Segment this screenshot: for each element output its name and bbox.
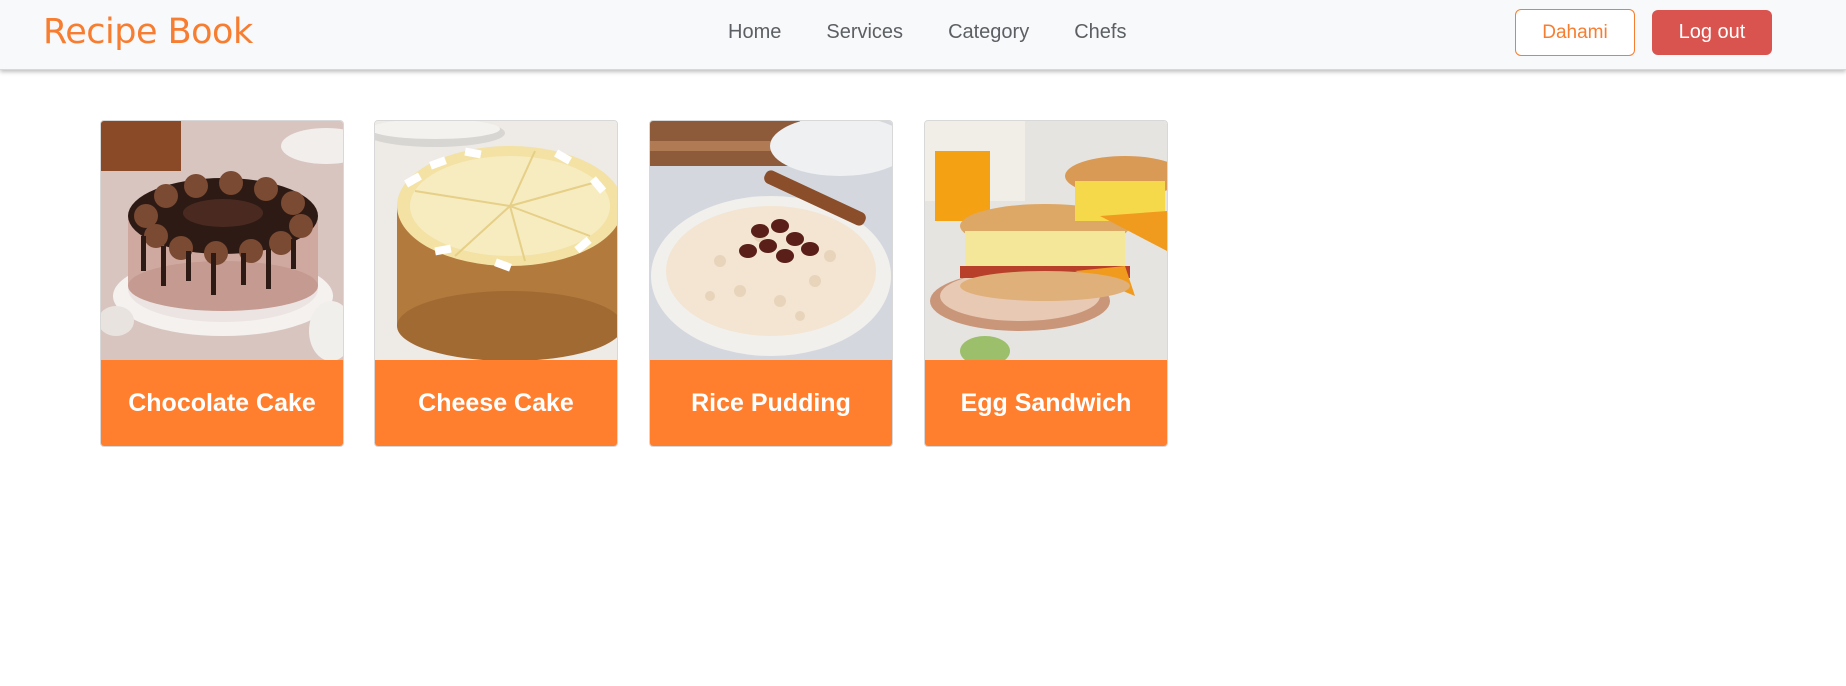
nav-link-chefs[interactable]: Chefs (1074, 20, 1126, 44)
recipe-card-cheese-cake[interactable]: Cheese Cake (374, 120, 618, 447)
recipe-card-egg-sandwich[interactable]: Egg Sandwich (924, 120, 1168, 447)
rice-pudding-photo (650, 121, 892, 360)
cheese-cake-photo (375, 121, 617, 360)
recipe-title: Rice Pudding (650, 360, 892, 446)
nav-link-category[interactable]: Category (948, 20, 1029, 44)
brand-logo[interactable]: Recipe Book (43, 12, 253, 52)
nav-links: Home Services Category Chefs (728, 20, 1171, 44)
recipe-title: Egg Sandwich (925, 360, 1167, 446)
nav-link-services[interactable]: Services (826, 20, 903, 44)
navbar: Recipe Book Home Services Category Chefs… (0, 0, 1846, 70)
recipe-title: Cheese Cake (375, 360, 617, 446)
logout-button[interactable]: Log out (1652, 10, 1772, 55)
user-profile-button[interactable]: Dahami (1515, 9, 1635, 56)
nav-link-home[interactable]: Home (728, 20, 781, 44)
recipe-title: Chocolate Cake (101, 360, 343, 446)
recipe-card-rice-pudding[interactable]: Rice Pudding (649, 120, 893, 447)
egg-sandwich-photo (925, 121, 1167, 360)
recipe-card-chocolate-cake[interactable]: Chocolate Cake (100, 120, 344, 447)
chocolate-cake-photo (101, 121, 343, 360)
